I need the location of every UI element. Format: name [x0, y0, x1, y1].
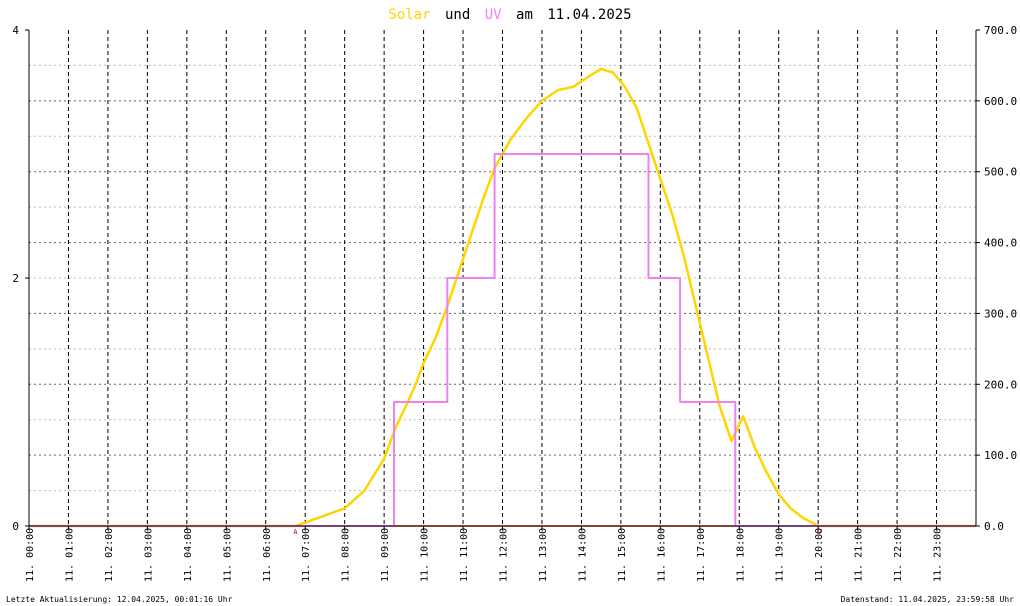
x-tick-label: 11. 04:00 — [183, 528, 194, 582]
x-tick-label: 11. 16:00 — [656, 528, 667, 582]
axes: 0 2 4 0.0 100.0 200.0 300.0 400.0 500.0 600.0 700.… — [12, 24, 1017, 582]
right-tick-label: 600.0 — [984, 95, 1017, 108]
marker-a: A — [293, 528, 298, 536]
right-tick-label: 100.0 — [984, 449, 1017, 462]
x-tick-label: 11. 18:00 — [735, 528, 746, 582]
x-tick-label: 11. 02:00 — [104, 528, 115, 582]
right-tick-label: 500.0 — [984, 166, 1017, 179]
x-tick-label: 11. 07:00 — [301, 528, 312, 582]
title-date: 11.04.2025 — [547, 7, 631, 23]
x-tick-label: 11. 06:00 — [262, 528, 273, 582]
x-tick-label: 11. 21:00 — [854, 528, 865, 582]
x-tick-label: 11. 11:00 — [459, 528, 470, 582]
x-tick-label: 11. 14:00 — [577, 528, 588, 582]
left-tick-label: 2 — [12, 272, 19, 285]
title-solar: Solar — [388, 7, 430, 23]
x-tick-label: 11. 23:00 — [933, 528, 944, 582]
title-uv: UV — [485, 7, 502, 23]
title-und: und — [445, 7, 470, 23]
x-tick-label: 11. 19:00 — [775, 528, 786, 582]
x-tick-label: 11. 15:00 — [617, 528, 628, 582]
right-tick-label: 400.0 — [984, 237, 1017, 250]
footer-last-update: Letzte Aktualisierung: 12.04.2025, 00:01… — [6, 595, 233, 604]
x-tick-label: 11. 12:00 — [499, 528, 510, 582]
x-tick-label: 11. 03:00 — [143, 528, 154, 582]
x-tick-label: 11. 05:00 — [222, 528, 233, 582]
marker-u: U — [817, 528, 821, 536]
x-tick-label: 11. 00:00 — [25, 528, 36, 582]
title-am: am — [516, 7, 533, 23]
chart-title: Solar und UV am 11.04.2025 — [388, 7, 631, 23]
right-tick-label: 200.0 — [984, 378, 1017, 391]
right-tick-label: 300.0 — [984, 307, 1017, 320]
x-tick-label: 11. 01:00 — [64, 528, 75, 582]
x-tick-label: 11. 10:00 — [420, 528, 431, 582]
left-tick-label: 4 — [12, 24, 19, 37]
x-tick-label: 11. 08:00 — [341, 528, 352, 582]
footer-data-status: Datenstand: 11.04.2025, 23:59:58 Uhr — [841, 595, 1015, 604]
x-tick-label: 11. 22:00 — [893, 528, 904, 582]
chart-window: 0 2 4 0.0 100.0 200.0 300.0 400.0 500.0 600.0 700.… — [0, 0, 1020, 606]
solar-uv-chart: 0 2 4 0.0 100.0 200.0 300.0 400.0 500.0 600.0 700.… — [6, 7, 1017, 604]
x-tick-label: 11. 09:00 — [380, 528, 391, 582]
x-tick-label: 11. 17:00 — [696, 528, 707, 582]
left-tick-label: 0 — [12, 520, 19, 533]
x-tick-label: 11. 13:00 — [538, 528, 549, 582]
right-tick-label: 700.0 — [984, 24, 1017, 37]
grid — [29, 30, 976, 526]
right-tick-label: 0.0 — [984, 520, 1004, 533]
